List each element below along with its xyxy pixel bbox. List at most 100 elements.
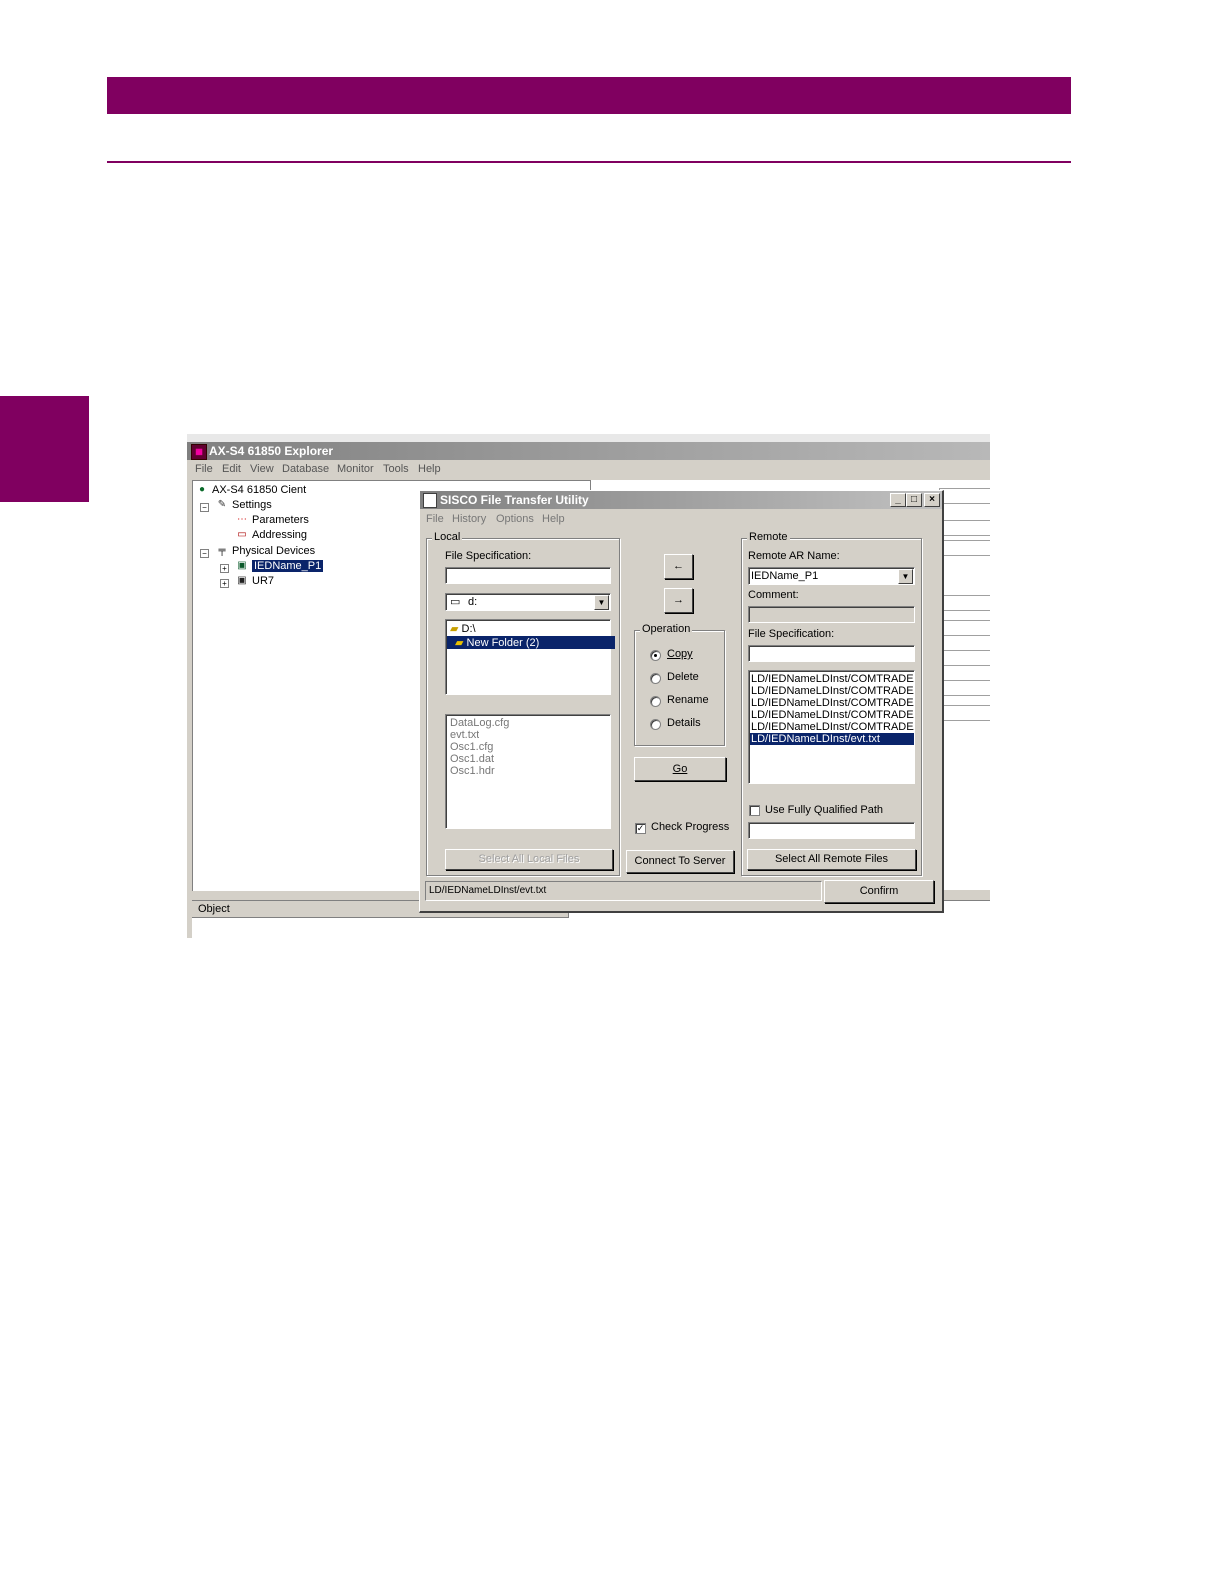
remote-file-list[interactable]: LD/IEDNameLDInst/COMTRADE/D LD/IEDNameLD… [748,670,915,784]
qualified-path-input[interactable] [748,822,915,839]
local-file-spec-label: File Specification: [445,550,532,562]
local-file-list[interactable]: DataLog.cfg evt.txt Osc1.cfg Osc1.dat Os… [445,714,611,829]
folder-item[interactable]: ▰ D:\ [450,622,476,635]
tree-device-iedname[interactable]: ▣ IEDName_P1 [235,560,324,572]
tree-settings[interactable]: ✎ Settings [215,499,272,511]
file-transfer-dialog: SISCO File Transfer Utility _ □ × File H… [419,490,944,913]
menu-view[interactable]: View [250,463,274,475]
local-file-item[interactable]: Osc1.hdr [450,765,495,777]
remote-file-item[interactable]: LD/IEDNameLDInst/COMTRADE/C [751,697,914,709]
menu-monitor[interactable]: Monitor [337,463,374,475]
dlg-menu-help[interactable]: Help [542,513,565,525]
tree-root-label: AX-S4 61850 Cient [212,484,307,496]
local-file-item[interactable]: Osc1.cfg [450,741,493,753]
chevron-down-icon[interactable]: ▼ [594,595,609,610]
computer-icon: ▣ [237,560,247,572]
detail-field [939,620,990,636]
chapter-side-tab [0,396,89,502]
document-header-rule [107,161,1071,163]
check-progress-checkbox[interactable]: ✓ [635,823,646,834]
tree-physical-devices-label: Physical Devices [232,545,316,557]
folder-item-label: New Folder (2) [466,637,540,649]
detail-field [939,680,990,696]
remote-group-label: Remote [747,531,790,543]
folder-item-selected[interactable]: ▰ New Folder (2) [447,636,615,649]
dlg-menu-options[interactable]: Options [496,513,534,525]
dlg-menu-history[interactable]: History [452,513,486,525]
tree-device-ur7-label: UR7 [252,575,275,587]
connect-to-server-button[interactable]: Connect To Server [626,850,734,873]
tree-parameters-label: Parameters [252,514,309,526]
collapse-physical-devices-icon[interactable]: − [200,549,209,558]
parameters-icon: ⋯ [237,514,247,526]
local-group: Local File Specification: ▭ d: ▼ ▰ D:\ ▰… [426,531,620,876]
fully-qualified-label: Use Fully Qualified Path [765,804,883,816]
minimize-icon[interactable]: _ [890,493,906,507]
wrench-icon: ✎ [217,499,227,511]
tree-addressing[interactable]: ▭ Addressing [235,529,307,541]
menu-edit[interactable]: Edit [222,463,241,475]
maximize-icon[interactable]: □ [906,493,922,507]
go-button[interactable]: Go [634,757,726,781]
collapse-settings-icon[interactable]: − [200,503,209,512]
local-group-label: Local [432,531,463,543]
folder-icon: ▰ [455,637,464,649]
radio-delete[interactable] [650,673,661,684]
menu-database[interactable]: Database [282,463,329,475]
dialog-title-bar[interactable]: SISCO File Transfer Utility _ □ × [420,491,942,509]
arrow-right-button[interactable]: → [664,588,693,613]
operation-group-label: Operation [640,623,693,635]
detail-field [939,540,990,556]
drive-select[interactable]: ▭ d: ▼ [445,593,611,611]
screenshot-figure: ▦ AX-S4 61850 Explorer File Edit View Da… [187,434,990,938]
expand-device2-icon[interactable]: + [220,579,229,588]
confirm-button[interactable]: Confirm [824,880,934,903]
computer-icon: ▣ [237,575,247,587]
local-file-item[interactable]: DataLog.cfg [450,717,509,729]
local-file-spec-input[interactable] [445,567,611,584]
local-file-item[interactable]: Osc1.dat [450,753,494,765]
remote-file-item-selected[interactable]: LD/IEDNameLDInst/evt.txt [750,733,914,745]
expand-device1-icon[interactable]: + [220,564,229,573]
document-icon [423,493,437,508]
remote-file-item[interactable]: LD/IEDNameLDInst/COMTRADE/D [751,685,914,697]
tree-root[interactable]: ● AX-S4 61850 Cient [195,484,306,496]
tree-parameters[interactable]: ⋯ Parameters [235,514,309,526]
menu-help[interactable]: Help [418,463,441,475]
radio-rename-label: Rename [667,694,709,706]
select-all-local-button[interactable]: Select All Local Files [445,849,613,870]
tree-addressing-label: Addressing [252,529,308,541]
status-bar: LD/IEDNameLDInst/evt.txt [425,881,822,901]
menu-tools[interactable]: Tools [383,463,409,475]
detail-field [939,705,990,721]
remote-file-item[interactable]: LD/IEDNameLDInst/COMTRADE/C [751,721,914,733]
folder-open-icon: ▰ [450,623,459,635]
explorer-title-bar[interactable]: ▦ AX-S4 61850 Explorer [187,442,990,460]
remote-ar-name-select[interactable]: IEDName_P1 ▼ [748,567,915,585]
radio-delete-label: Delete [667,671,699,683]
remote-file-item[interactable]: LD/IEDNameLDInst/COMTRADE/D [751,673,914,685]
close-icon[interactable]: × [924,493,940,507]
tree-device-ur7[interactable]: ▣ UR7 [235,575,274,587]
radio-copy[interactable] [650,650,661,661]
folder-list[interactable]: ▰ D:\ ▰ New Folder (2) [445,619,615,695]
tree-physical-devices[interactable]: ╤ Physical Devices [215,545,315,557]
radio-details-label: Details [667,717,701,729]
remote-ar-name-value: IEDName_P1 [751,570,819,582]
operation-group: Operation Copy Delete Rename Details [634,623,725,746]
menu-file[interactable]: File [195,463,213,475]
select-all-remote-button[interactable]: Select All Remote Files [747,849,916,870]
detail-field [939,520,990,536]
remote-file-spec-input[interactable] [748,645,915,662]
chevron-down-icon[interactable]: ▼ [898,569,913,584]
detail-field [939,650,990,666]
fully-qualified-checkbox[interactable] [749,805,760,816]
local-file-item[interactable]: evt.txt [450,729,479,741]
radio-rename[interactable] [650,696,661,707]
arrow-left-button[interactable]: ← [664,554,693,579]
radio-details[interactable] [650,719,661,730]
network-icon: ╤ [218,545,226,557]
comment-input[interactable] [748,606,915,623]
dlg-menu-file[interactable]: File [426,513,444,525]
remote-file-item[interactable]: LD/IEDNameLDInst/COMTRADE/C [751,709,914,721]
